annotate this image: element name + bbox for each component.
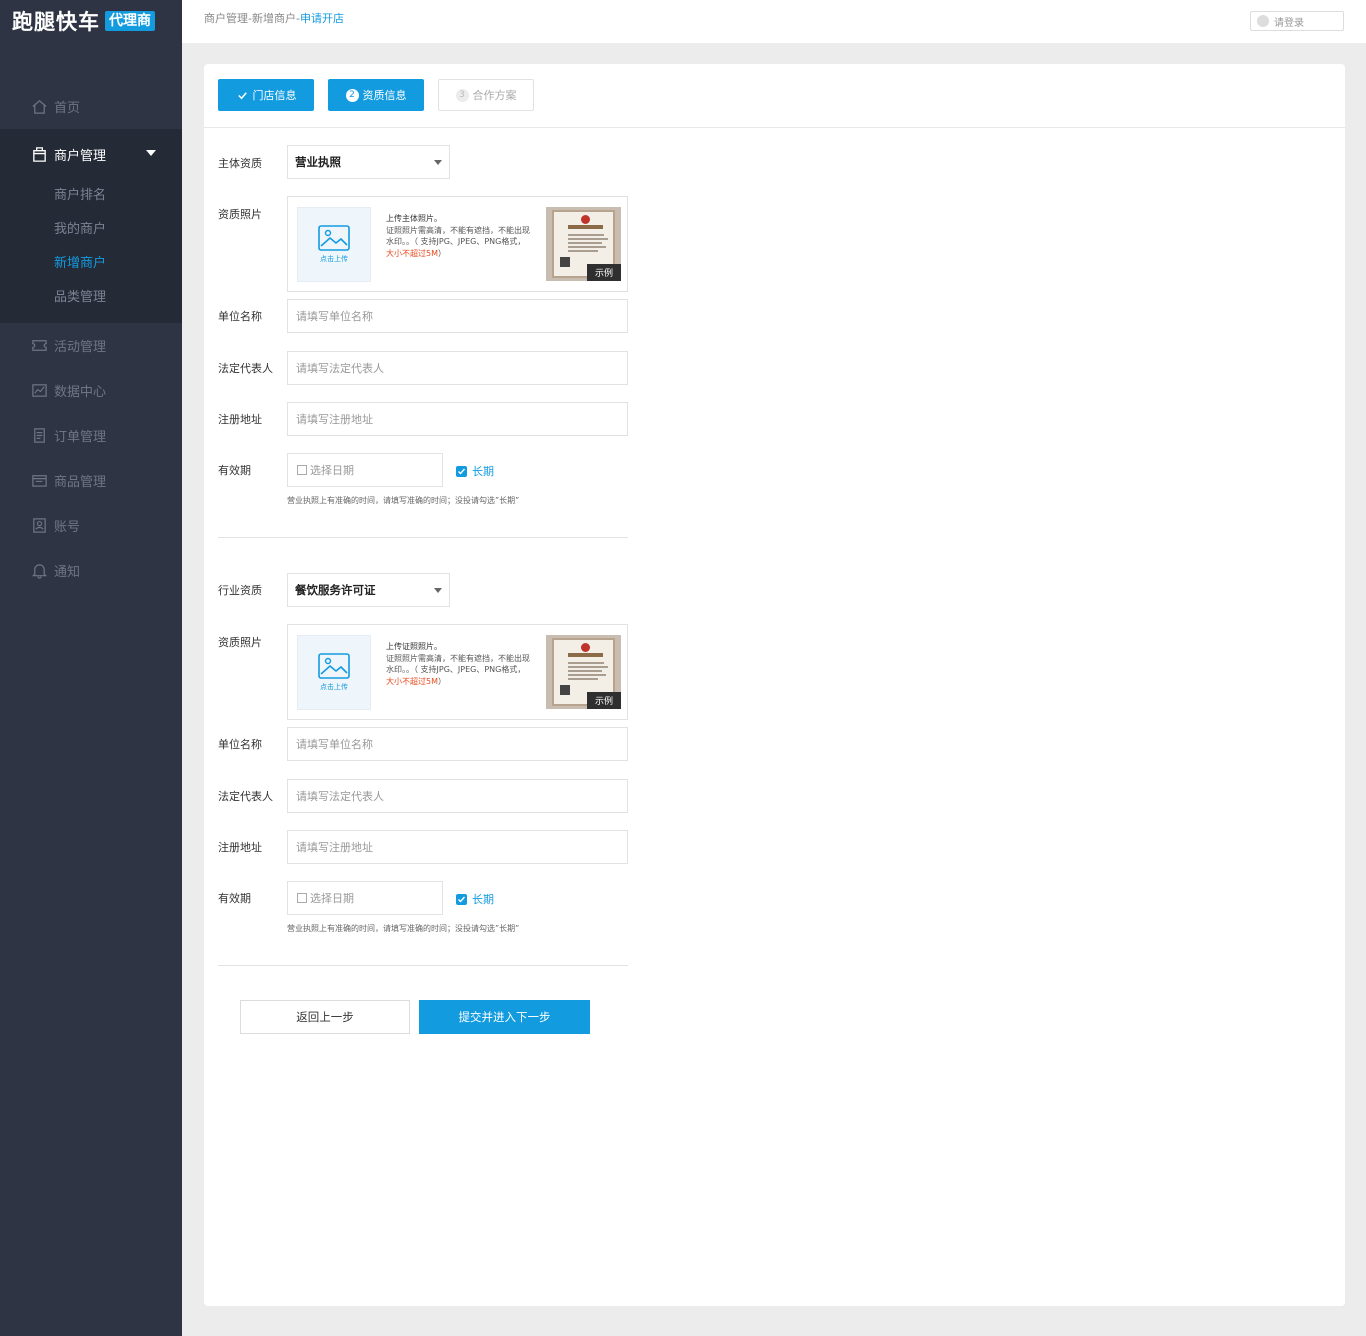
form-card: 门店信息 2 资质信息 3 合作方案 主体资质 营业执照 资质照片 点击上传 上…	[204, 64, 1345, 1306]
sample-license-image[interactable]: 示例	[546, 635, 621, 709]
nav-menu: 首页 商户管理 商户排名 我的商户 新增商户 品类管理 活动管理 数据中心 订单…	[0, 84, 182, 593]
field-label: 注册地址	[218, 841, 262, 854]
date-hint: 营业执照上有准确的时间，请填写准确的时间；没投请勾选”长期”	[287, 496, 520, 505]
check-icon	[237, 91, 247, 99]
field-label: 主体资质	[218, 157, 262, 170]
sidebar-sub-ranking[interactable]: 商户排名	[0, 179, 182, 213]
sidebar-sub-new-merchant[interactable]: 新增商户	[0, 247, 182, 281]
sample-tag: 示例	[587, 692, 621, 709]
sidebar-item-label: 活动管理	[54, 340, 107, 355]
step-indicator: 门店信息 2 资质信息 3 合作方案	[218, 79, 534, 111]
user-icon	[1257, 15, 1269, 27]
calendar-icon	[297, 465, 307, 475]
divider	[204, 127, 1345, 128]
bell-icon	[30, 562, 48, 580]
sidebar-item-activity[interactable]: 活动管理	[0, 323, 182, 368]
field-label: 单位名称	[218, 738, 262, 751]
legal-rep-input[interactable]: 请填写法定代表人	[287, 779, 628, 813]
long-term-checkbox[interactable]: 长期	[456, 891, 494, 907]
legal-rep-input[interactable]: 请填写法定代表人	[287, 351, 628, 385]
upload-button[interactable]: 点击上传	[297, 635, 371, 710]
address-input[interactable]: 请填写注册地址	[287, 402, 628, 436]
qualification-type-select[interactable]: 营业执照	[287, 145, 450, 179]
brand-logo[interactable]: 跑腿快车 代理商	[12, 6, 155, 36]
goods-icon	[30, 472, 48, 490]
field-label: 资质照片	[218, 636, 262, 649]
field-label: 法定代表人	[218, 362, 273, 375]
section-divider	[218, 965, 628, 966]
home-icon	[30, 98, 48, 116]
photo-upload-box: 点击上传 上传证照照片。 证照照片需高清，不能有遮挡，不能出现水印。。（ 支持J…	[287, 624, 628, 720]
breadcrumb-current: 申请开店	[299, 12, 344, 25]
nav-group-merchant: 商户管理 商户排名 我的商户 新增商户 品类管理	[0, 129, 182, 323]
field-label: 有效期	[218, 464, 251, 477]
step-qualification[interactable]: 2 资质信息	[328, 79, 424, 111]
sidebar-item-label: 通知	[54, 565, 81, 580]
field-label: 行业资质	[218, 584, 262, 597]
ticket-icon	[30, 337, 48, 355]
sidebar-item-goods[interactable]: 商品管理	[0, 458, 182, 503]
company-name-input[interactable]: 请填写单位名称	[287, 299, 628, 333]
industry-type-select[interactable]: 餐饮服务许可证	[287, 573, 450, 607]
caret-down-icon	[146, 150, 156, 156]
login-label: 请登录	[1274, 17, 1304, 29]
address-input[interactable]: 请填写注册地址	[287, 830, 628, 864]
sidebar-item-label: 商品管理	[54, 475, 107, 490]
sidebar-item-home[interactable]: 首页	[0, 84, 182, 129]
image-icon	[318, 653, 350, 679]
order-icon	[30, 427, 48, 445]
photo-upload-box: 点击上传 上传主体照片。 证照照片需高清，不能有遮挡，不能出现水印。。（ 支持J…	[287, 196, 628, 292]
breadcrumb-item[interactable]: 新增商户	[252, 12, 296, 25]
brand-name: 跑腿快车	[12, 10, 100, 34]
dropdown-arrow-icon	[434, 588, 442, 593]
store-icon	[30, 145, 48, 163]
login-button[interactable]: 请登录	[1250, 11, 1344, 31]
step-store-info[interactable]: 门店信息	[218, 79, 314, 111]
sidebar-item-label: 账号	[54, 520, 81, 535]
company-name-input[interactable]: 请填写单位名称	[287, 727, 628, 761]
field-label: 有效期	[218, 892, 251, 905]
upload-tip: 上传主体照片。 证照照片需高清，不能有遮挡，不能出现水印。。（ 支持JPG、JP…	[386, 214, 530, 258]
calendar-icon	[297, 893, 307, 903]
field-label: 资质照片	[218, 208, 262, 221]
breadcrumb-item[interactable]: 商户管理	[204, 12, 248, 25]
upload-tip: 上传证照照片。 证照照片需高清，不能有遮挡，不能出现水印。。（ 支持JPG、JP…	[386, 642, 530, 686]
section-divider	[218, 537, 628, 538]
chart-icon	[30, 382, 48, 400]
top-bar: 商户管理-新增商户-申请开店 请登录	[182, 0, 1366, 43]
submit-next-button[interactable]: 提交并进入下一步	[419, 1000, 590, 1034]
sidebar-item-notice[interactable]: 通知	[0, 548, 182, 593]
back-button[interactable]: 返回上一步	[240, 1000, 410, 1034]
image-icon	[318, 225, 350, 251]
date-picker[interactable]: 选择日期	[287, 453, 443, 487]
long-term-checkbox[interactable]: 长期	[456, 463, 494, 479]
sidebar-item-label: 商户管理	[54, 148, 107, 164]
date-hint: 营业执照上有准确的时间，请填写准确的时间；没投请勾选”长期”	[287, 924, 520, 933]
date-picker[interactable]: 选择日期	[287, 881, 443, 915]
field-label: 单位名称	[218, 310, 262, 323]
sidebar-item-label: 订单管理	[54, 430, 107, 445]
account-icon	[30, 517, 48, 535]
upload-button[interactable]: 点击上传	[297, 207, 371, 282]
field-label: 注册地址	[218, 413, 262, 426]
sidebar-item-label: 首页	[54, 101, 81, 116]
sidebar-item-orders[interactable]: 订单管理	[0, 413, 182, 458]
sidebar-sub-category[interactable]: 品类管理	[0, 281, 182, 315]
sample-tag: 示例	[587, 264, 621, 281]
field-label: 法定代表人	[218, 790, 273, 803]
sidebar-sub-my-merchants[interactable]: 我的商户	[0, 213, 182, 247]
checkbox-checked-icon	[456, 465, 467, 477]
checkbox-checked-icon	[456, 893, 467, 905]
step-cooperation[interactable]: 3 合作方案	[438, 79, 534, 111]
sample-license-image[interactable]: 示例	[546, 207, 621, 281]
breadcrumb: 商户管理-新增商户-申请开店	[204, 12, 344, 25]
sidebar-item-merchant[interactable]: 商户管理	[0, 129, 182, 179]
sidebar-item-label: 数据中心	[54, 385, 107, 400]
sidebar: 跑腿快车 代理商 首页 商户管理 商户排名 我的商户 新增商户 品类管理 活动管…	[0, 0, 182, 1336]
sidebar-item-account[interactable]: 账号	[0, 503, 182, 548]
sidebar-item-data[interactable]: 数据中心	[0, 368, 182, 413]
brand-badge: 代理商	[105, 11, 155, 31]
dropdown-arrow-icon	[434, 160, 442, 165]
